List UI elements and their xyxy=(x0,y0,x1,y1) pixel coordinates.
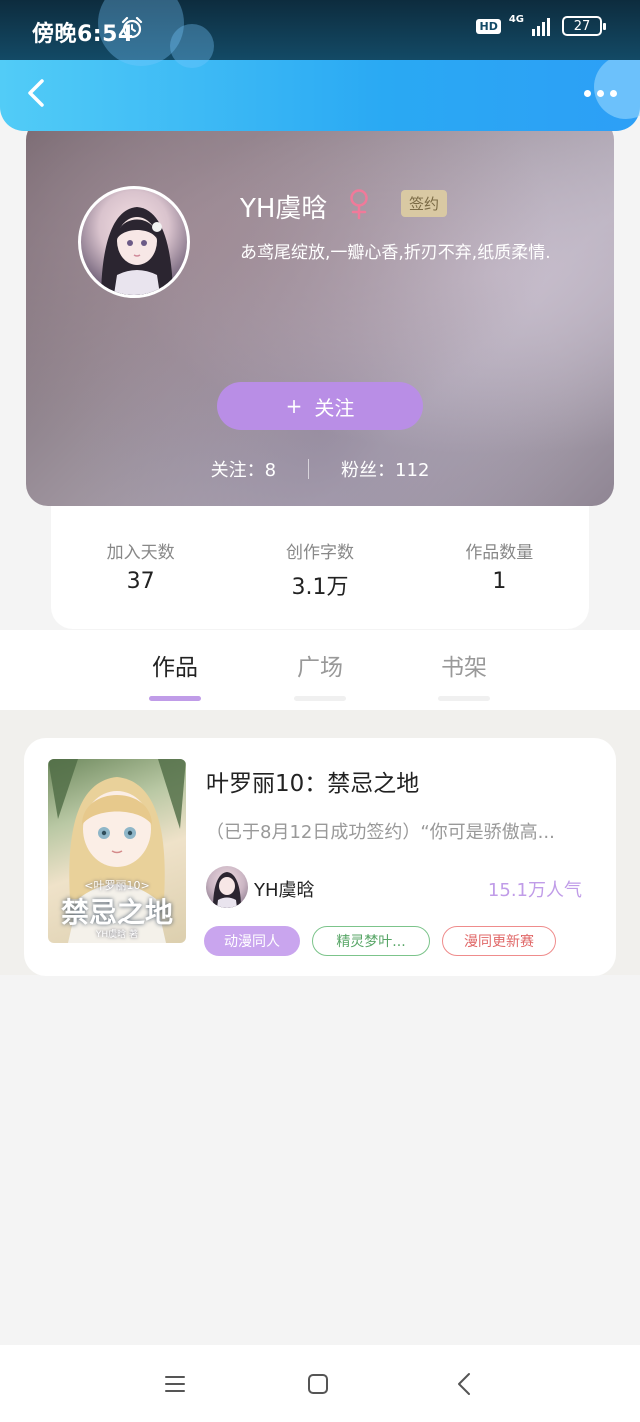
tab-indicator xyxy=(294,696,346,701)
user-avatar[interactable] xyxy=(78,186,190,298)
decorative-bubble xyxy=(170,24,214,68)
plus-icon: + xyxy=(285,394,303,418)
cover-title: 禁忌之地 xyxy=(60,896,173,929)
status-icons: HD 4G 27 xyxy=(476,13,606,36)
author-avatar-illustration xyxy=(213,872,241,908)
user-signature: あ鸢尾绽放,一瓣心香,折刃不弃,纸质柔情. xyxy=(240,243,551,263)
profile-tabs: 作品 广场 书架 xyxy=(0,630,640,710)
avatar-illustration xyxy=(101,207,173,295)
tab-square[interactable]: 广场 xyxy=(280,648,360,701)
stat-label: 加入天数 xyxy=(106,543,175,563)
author-avatar[interactable] xyxy=(206,866,248,908)
tag-fanfic[interactable]: 动漫同人 xyxy=(204,926,300,956)
status-bar: 傍晚6:54 HD 4G 27 xyxy=(0,0,640,68)
hd-badge: HD xyxy=(476,18,501,34)
more-options-button[interactable] xyxy=(580,85,620,101)
network-type: 4G xyxy=(508,13,524,25)
stat-value: 1 xyxy=(492,569,507,594)
stat-value: 37 xyxy=(126,569,155,594)
popularity-count: 15.1万人气 xyxy=(487,880,582,901)
stat-label: 作品数量 xyxy=(465,543,534,563)
followers-count[interactable]: 粉丝：112 xyxy=(341,456,429,482)
follow-button[interactable]: + 关注 xyxy=(217,382,423,430)
tab-bookshelf[interactable]: 书架 xyxy=(424,648,504,701)
stat-value: 3.1万 xyxy=(291,575,349,600)
tab-label: 作品 xyxy=(152,655,198,681)
system-navigation-bar xyxy=(0,1345,640,1422)
following-count[interactable]: 关注：8 xyxy=(211,456,276,482)
work-cover[interactable]: <叶罗丽10> 禁忌之地 YH虞晗 著 xyxy=(48,759,186,943)
work-title[interactable]: 叶罗丽10：禁忌之地 xyxy=(206,764,419,798)
menu-icon[interactable] xyxy=(160,1369,190,1399)
stat-word-count: 创作字数 3.1万 xyxy=(245,538,395,601)
signed-badge: 签约 xyxy=(401,190,448,217)
battery-icon: 27 xyxy=(562,16,606,36)
alarm-icon xyxy=(121,16,143,39)
stat-join-days: 加入天数 37 xyxy=(66,538,216,594)
battery-level: 27 xyxy=(573,18,591,34)
tab-label: 广场 xyxy=(297,655,343,681)
author-name[interactable]: YH虞晗 xyxy=(254,876,315,902)
tab-works[interactable]: 作品 xyxy=(135,648,215,701)
stats-card: 加入天数 37 创作字数 3.1万 作品数量 1 xyxy=(51,505,589,629)
home-icon[interactable] xyxy=(303,1369,333,1399)
more-dots-icon xyxy=(583,89,591,97)
works-list: <叶罗丽10> 禁忌之地 YH虞晗 著 叶罗丽10：禁忌之地 （已于8月12日成… xyxy=(0,710,640,976)
tag-yeluoli[interactable]: 精灵梦叶... xyxy=(312,926,430,956)
user-name: YH虞晗 xyxy=(240,194,328,224)
cover-author: YH虞晗 著 xyxy=(95,930,139,940)
signal-icon xyxy=(532,18,550,36)
stat-works-count: 作品数量 1 xyxy=(424,538,574,594)
work-card[interactable]: <叶罗丽10> 禁忌之地 YH虞晗 著 叶罗丽10：禁忌之地 （已于8月12日成… xyxy=(24,738,616,976)
divider xyxy=(308,459,310,479)
work-description: （已于8月12日成功签约）“你可是骄傲高... xyxy=(206,822,555,843)
follow-stats: 关注：8 粉丝：112 xyxy=(26,456,614,482)
back-button[interactable] xyxy=(18,75,54,111)
status-time: 傍晚6:54 xyxy=(32,22,134,47)
tab-indicator xyxy=(149,696,201,701)
tab-indicator xyxy=(438,696,490,701)
profile-card: YH虞晗 签约 あ鸢尾绽放,一瓣心香,折刃不弃,纸质柔情. + 关注 关注：8 … xyxy=(26,118,614,506)
female-icon xyxy=(350,189,368,220)
tab-label: 书架 xyxy=(441,655,487,681)
back-icon[interactable] xyxy=(450,1369,480,1399)
tag-contest[interactable]: 漫同更新赛 xyxy=(442,926,556,956)
stat-label: 创作字数 xyxy=(285,543,354,563)
follow-label: 关注 xyxy=(314,395,355,420)
